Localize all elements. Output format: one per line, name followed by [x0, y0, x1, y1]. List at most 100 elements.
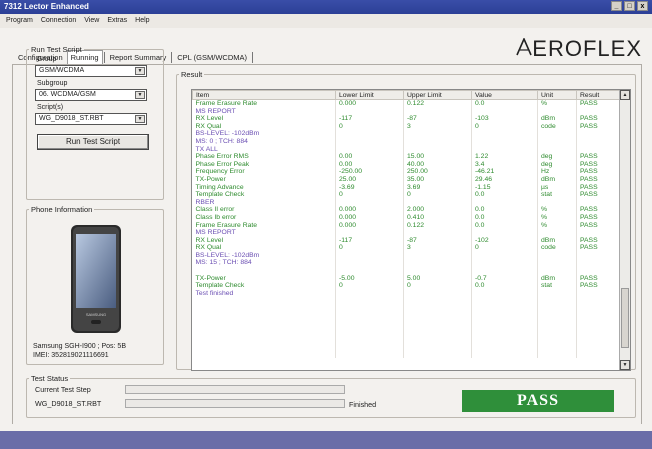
cell-upper-limit: 0: [403, 282, 472, 290]
table-row[interactable]: RX Qual 0 3 0 code PASS: [192, 122, 621, 131]
table-row[interactable]: [192, 297, 621, 306]
table-row[interactable]: Frequency Error -250.00 250.00 -46.21 Hz PASS: [192, 168, 621, 176]
table-row[interactable]: [192, 267, 621, 275]
col-upper-limit[interactable]: Upper Limit: [403, 90, 472, 100]
cell-upper-limit: -87: [403, 236, 472, 245]
cell-unit: [537, 327, 577, 336]
subgroup-select[interactable]: 06. WCDMA/GSM ▼: [35, 89, 147, 101]
chevron-down-icon[interactable]: ▼: [135, 67, 145, 75]
table-row[interactable]: [192, 320, 621, 328]
menu-connection[interactable]: Connection: [41, 17, 76, 25]
minimize-icon[interactable]: _: [611, 1, 622, 11]
cell-lower-limit: [335, 229, 404, 237]
col-item[interactable]: Item: [192, 90, 336, 100]
scroll-up-icon[interactable]: ▲: [620, 90, 630, 100]
phone-details: Samsung SGH-I900 ; Pos: 5B IMEI: 3528190…: [33, 342, 126, 360]
cell-result: [576, 327, 621, 336]
cell-lower-limit: [335, 267, 404, 275]
table-row[interactable]: Timing Advance -3.69 3.69 -1.15 µs PASS: [192, 183, 621, 192]
cell-item: [192, 335, 336, 343]
tab-divider: [171, 52, 173, 63]
table-row[interactable]: Phase Error Peak 0.00 40.00 3.4 deg PASS: [192, 160, 621, 169]
cell-lower-limit: [335, 107, 404, 116]
cell-item: TX-Power: [192, 274, 336, 283]
col-value[interactable]: Value: [471, 90, 538, 100]
scrollbar-thumb[interactable]: [621, 288, 629, 348]
col-lower-limit[interactable]: Lower Limit: [335, 90, 404, 100]
cell-lower-limit: [335, 198, 404, 207]
verdict-banner: PASS: [462, 390, 614, 412]
cell-upper-limit: [403, 137, 472, 146]
maximize-icon[interactable]: □: [624, 1, 635, 11]
table-row[interactable]: TX ALL: [192, 145, 621, 154]
table-row[interactable]: BS-LEVEL: -102dBm: [192, 130, 621, 138]
cell-upper-limit: [403, 267, 472, 275]
cell-item: RX Level: [192, 236, 336, 245]
cell-lower-limit: 0.000: [335, 213, 404, 222]
table-row[interactable]: MS REPORT: [192, 107, 621, 116]
cell-item: RX Qual: [192, 244, 336, 252]
table-row[interactable]: TX-Power -5.00 5.00 -0.7 dBm PASS: [192, 274, 621, 283]
cell-value: [471, 130, 538, 138]
cell-unit: [537, 343, 577, 351]
table-row[interactable]: [192, 343, 621, 351]
scripts-select[interactable]: WG_D9018_ST.RBT ▼: [35, 113, 147, 125]
cell-unit: stat: [537, 191, 577, 199]
menu-help[interactable]: Help: [135, 17, 149, 25]
table-row[interactable]: [192, 327, 621, 336]
cell-unit: %: [537, 221, 577, 230]
table-row[interactable]: [192, 305, 621, 313]
col-result[interactable]: Result: [576, 90, 621, 100]
table-row[interactable]: MS: 0 ; TCH: 884: [192, 137, 621, 146]
table-row[interactable]: Template Check 0 0 0.0 stat PASS: [192, 191, 621, 199]
cell-result: PASS: [576, 122, 621, 131]
run-test-script-group: Run Test Script Group GSM/WCDMA ▼ Subgro…: [26, 45, 164, 200]
table-row[interactable]: RX Qual 0 3 0 code PASS: [192, 244, 621, 252]
logo-text: EROFLEX: [532, 36, 642, 61]
group-select[interactable]: GSM/WCDMA ▼: [35, 65, 147, 77]
table-row[interactable]: Class II error 0.000 2.000 0.0% PASS: [192, 206, 621, 214]
cell-result: PASS: [576, 274, 621, 283]
tab-cpl-gsm-wcdma[interactable]: CPL (GSM/WCDMA): [173, 50, 251, 65]
close-icon[interactable]: x: [637, 1, 648, 11]
cell-value: -103: [471, 115, 538, 123]
cell-result: [576, 350, 621, 359]
table-row[interactable]: [192, 350, 621, 359]
cell-value: 0.0: [471, 191, 538, 199]
result-grid[interactable]: Item Lower Limit Upper Limit Value Unit …: [191, 89, 631, 371]
cell-item: Class II error: [192, 206, 336, 214]
table-row[interactable]: RX Level -117 -87 -102 dBm PASS: [192, 236, 621, 245]
cell-unit: [537, 305, 577, 313]
table-row[interactable]: Test finished: [192, 289, 621, 298]
result-scrollbar[interactable]: ▲ ▼: [619, 90, 630, 370]
chevron-down-icon[interactable]: ▼: [135, 115, 145, 123]
table-row[interactable]: TX-Power 25.00 35.00 29.46 dBm PASS: [192, 175, 621, 184]
table-row[interactable]: BS-LEVEL: -102dBm: [192, 251, 621, 260]
menu-extras[interactable]: Extras: [107, 17, 127, 25]
table-row[interactable]: [192, 335, 621, 343]
table-row[interactable]: Template Check 0 0 0.0 stat PASS: [192, 282, 621, 290]
menu-view[interactable]: View: [84, 17, 99, 25]
table-row[interactable]: MS: 15 ; TCH: 884: [192, 259, 621, 268]
cell-unit: %: [537, 213, 577, 222]
scroll-down-icon[interactable]: ▼: [620, 360, 630, 370]
table-row[interactable]: Class Ib error 0.000 0.410 0.0% PASS: [192, 213, 621, 222]
menu-program[interactable]: Program: [6, 17, 33, 25]
table-row[interactable]: RX Level -117 -87 -103 dBm PASS: [192, 115, 621, 123]
table-row[interactable]: MS REPORT: [192, 229, 621, 237]
table-row[interactable]: Frame Erasure Rate 0.000 0.122 0.0% PASS: [192, 221, 621, 230]
table-row[interactable]: RBER: [192, 198, 621, 207]
table-row[interactable]: Phase Error RMS 0.00 15.00 1.22 deg PASS: [192, 153, 621, 161]
cell-result: [576, 145, 621, 154]
cell-unit: dBm: [537, 115, 577, 123]
table-row[interactable]: Frame Erasure Rate 0.000 0.122 0.0% PASS: [192, 99, 621, 108]
table-row[interactable]: [192, 312, 621, 321]
cell-value: -102: [471, 236, 538, 245]
run-test-script-button[interactable]: Run Test Script: [37, 134, 149, 150]
cell-result: PASS: [576, 244, 621, 252]
cell-item: BS-LEVEL: -102dBm: [192, 251, 336, 260]
cell-value: [471, 305, 538, 313]
col-unit[interactable]: Unit: [537, 90, 577, 100]
cell-lower-limit: 25.00: [335, 175, 404, 184]
chevron-down-icon[interactable]: ▼: [135, 91, 145, 99]
